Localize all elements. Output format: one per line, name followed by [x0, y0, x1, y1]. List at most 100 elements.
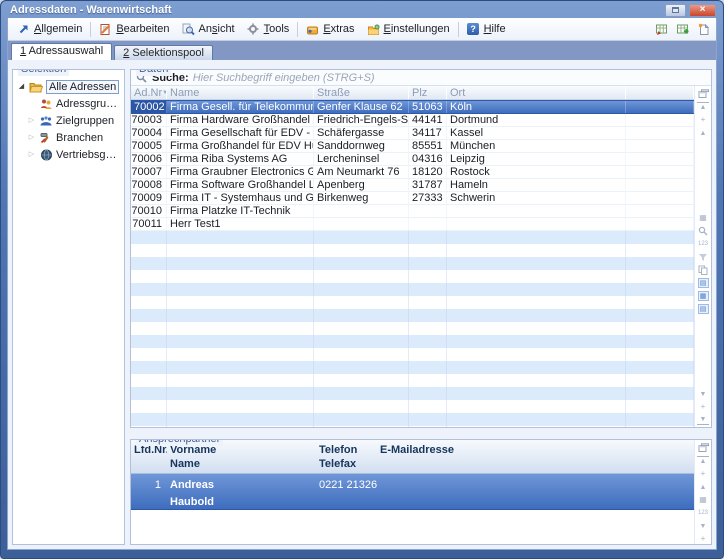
cell-adnr[interactable]: 70002 [131, 101, 167, 113]
tree-item-alle-adressen[interactable]: ◢ Alle Adressen [15, 78, 122, 95]
menu-ansicht[interactable]: Ansicht [176, 21, 241, 38]
menu-extras[interactable]: Extras [300, 21, 360, 38]
tab-adressauswahl[interactable]: 1 Adressauswahl [11, 43, 112, 60]
cell-ort[interactable]: Dortmund [447, 114, 626, 126]
numbers-icon[interactable]: 123 [697, 239, 709, 249]
cell-strasse[interactable]: Apenberg [314, 179, 409, 191]
tree-label[interactable]: Vertriebsgebiete [56, 149, 122, 161]
last-record-icon[interactable]: ▼ [697, 415, 709, 425]
grid-view-icon[interactable]: ▦ [697, 213, 709, 223]
grid-view-icon[interactable]: ▦ [697, 495, 709, 505]
cell-plz[interactable]: 34117 [409, 127, 447, 139]
column-header-email[interactable]: E-Mailadresse [377, 442, 694, 473]
cell-name[interactable]: Firma Riba Systems AG [167, 153, 314, 165]
cell-plz[interactable]: 44141 [409, 114, 447, 126]
cell-telefon-telefax[interactable]: 0221 2132658 [316, 476, 377, 509]
contact-row[interactable]: 1 Andreas Haubold 0221 2132658 [131, 474, 694, 510]
tree-item-zielgruppen[interactable]: ▷ Zielgruppen [15, 112, 122, 129]
tree-label[interactable]: Alle Adressen [46, 80, 119, 94]
cell-strasse[interactable]: Friedrich-Engels-Str. [314, 114, 409, 126]
tree-label[interactable]: Zielgruppen [56, 115, 114, 127]
copy-icon[interactable] [697, 265, 709, 275]
next-record-icon[interactable]: ▼ [697, 389, 709, 399]
cell-name[interactable]: Firma Gesell. für Telekommunikation [167, 101, 314, 113]
tree-label[interactable]: Adressgruppen [56, 98, 122, 110]
tree-label[interactable]: Branchen [56, 132, 103, 144]
cell-plz[interactable] [409, 218, 447, 230]
cell-strasse[interactable]: Schäfergasse [314, 127, 409, 139]
table-add-button[interactable] [673, 21, 692, 38]
cell-ort[interactable] [447, 205, 626, 217]
cell-name[interactable]: Firma Großhandel für EDV Hutner [167, 140, 314, 152]
prev-record-icon[interactable]: ▲ [697, 482, 709, 492]
cell-email[interactable] [377, 476, 694, 509]
list-layout-2-icon[interactable]: ▦ [698, 291, 709, 301]
cell-adnr[interactable]: 70011 [131, 218, 167, 230]
menu-allgemein[interactable]: Allgemein [11, 21, 88, 38]
cell-strasse[interactable] [314, 218, 409, 230]
first-record-icon[interactable]: ▲ [697, 456, 709, 466]
insert-record-icon[interactable]: + [697, 534, 709, 544]
filter-icon[interactable] [697, 252, 709, 262]
table-row[interactable]: 70002 Firma Gesell. für Telekommunikatio… [131, 100, 694, 114]
cell-adnr[interactable]: 70007 [131, 166, 167, 178]
collapsed-arrow-icon[interactable]: ▷ [27, 134, 36, 141]
table-export-button[interactable] [652, 21, 671, 38]
menu-einstellungen[interactable]: Einstellungen [361, 21, 456, 38]
tab-selektionspool[interactable]: 2 Selektionspool [114, 45, 213, 60]
table-row[interactable]: 70003 Firma Hardware Großhandel Dortmund… [131, 114, 694, 127]
column-header-lfdnr[interactable]: Lfd.Nr. [131, 442, 167, 473]
cell-name[interactable]: Firma Gesellschaft für EDV - Systeme [167, 127, 314, 139]
list-layout-3-icon[interactable]: ▤ [698, 304, 709, 314]
collapsed-arrow-icon[interactable]: ▷ [27, 117, 36, 124]
cell-adnr[interactable]: 70005 [131, 140, 167, 152]
cell-adnr[interactable]: 70010 [131, 205, 167, 217]
cell-ort[interactable]: Kassel [447, 127, 626, 139]
cell-ort[interactable] [447, 218, 626, 230]
cell-strasse[interactable]: Am Neumarkt 76 [314, 166, 409, 178]
tree-item-adressgruppen[interactable]: Adressgruppen [15, 95, 122, 112]
cell-adnr[interactable]: 70008 [131, 179, 167, 191]
table-row[interactable]: 70006 Firma Riba Systems AG Lercheninsel… [131, 153, 694, 166]
cell-ort[interactable]: Köln [447, 101, 626, 113]
table-row[interactable]: 70011 Herr Test1 [131, 218, 694, 231]
cell-name[interactable]: Firma IT - Systemhaus und Großhandel [167, 192, 314, 204]
cell-ort[interactable]: Schwerin [447, 192, 626, 204]
append-record-icon[interactable]: + [697, 115, 709, 125]
tree-item-branchen[interactable]: ▷ Branchen [15, 129, 122, 146]
collapsed-arrow-icon[interactable]: ▷ [27, 151, 36, 158]
table-row[interactable]: 70005 Firma Großhandel für EDV Hutner Sa… [131, 140, 694, 153]
append-record-icon[interactable]: + [697, 469, 709, 479]
cell-plz[interactable]: 27333 [409, 192, 447, 204]
column-header-strasse[interactable]: Straße [314, 86, 409, 99]
cell-plz[interactable]: 85551 [409, 140, 447, 152]
table-row[interactable]: 70008 Firma Software Großhandel Lübke AG… [131, 179, 694, 192]
expanded-arrow-icon[interactable]: ◢ [17, 83, 26, 90]
cell-strasse[interactable]: Genfer Klause 62 [314, 101, 409, 113]
table-row[interactable]: 70007 Firma Graubner Electronics GmbH Am… [131, 166, 694, 179]
cell-name[interactable]: Firma Graubner Electronics GmbH [167, 166, 314, 178]
cell-plz[interactable]: 18120 [409, 166, 447, 178]
prev-record-icon[interactable]: ▲ [697, 128, 709, 138]
table-row[interactable]: 70009 Firma IT - Systemhaus und Großhand… [131, 192, 694, 205]
first-record-icon[interactable]: ▲ [697, 102, 709, 112]
insert-record-icon[interactable]: + [697, 402, 709, 412]
restore-button[interactable] [665, 4, 686, 17]
search-input[interactable]: Hier Suchbegriff eingeben (STRG+S) [193, 72, 375, 84]
menu-hilfe[interactable]: ? Hilfe [461, 21, 512, 38]
tree-item-vertriebsgebiete[interactable]: ▷ Vertriebsgebiete [15, 146, 122, 163]
column-header-name[interactable]: Name [167, 86, 314, 99]
titlebar[interactable]: Adressdaten - Warenwirtschaft × [7, 1, 717, 18]
cell-ort[interactable]: Rostock [447, 166, 626, 178]
cell-ort[interactable]: Leipzig [447, 153, 626, 165]
column-chooser-icon[interactable] [697, 443, 709, 453]
cell-ort[interactable]: München [447, 140, 626, 152]
column-header-adnr[interactable]: Ad.Nr▼ [131, 86, 167, 99]
column-header-vorname-name[interactable]: VornameName [167, 442, 316, 473]
numbers-icon[interactable]: 123 [697, 508, 709, 518]
cell-vorname-name[interactable]: Andreas Haubold [167, 476, 316, 509]
column-chooser-icon[interactable] [697, 89, 709, 99]
cell-plz[interactable]: 31787 [409, 179, 447, 191]
cell-plz[interactable] [409, 205, 447, 217]
cell-name[interactable]: Firma Hardware Großhandel Dortmund [167, 114, 314, 126]
